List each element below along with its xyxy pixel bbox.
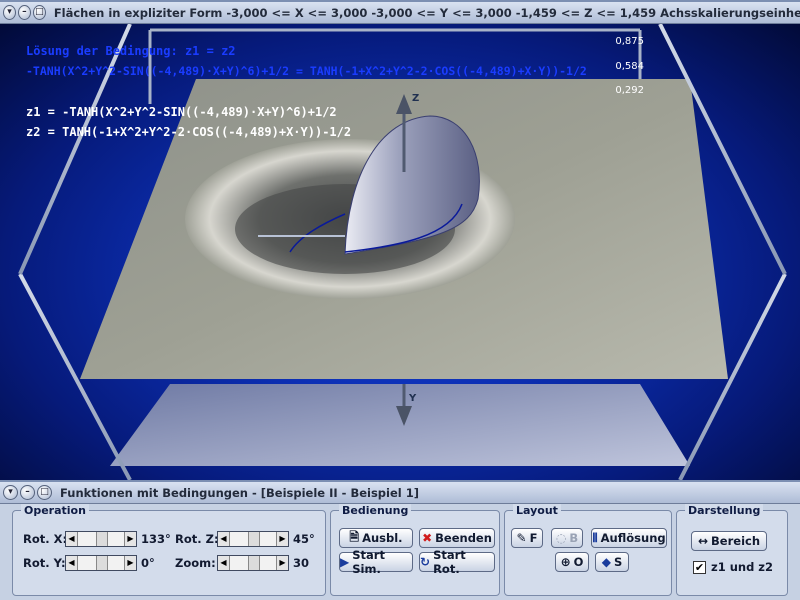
operation-group: Operation Rot. X: ◀ ▶ 133° Rot. Y: ◀ ▶ 0… [12, 504, 326, 596]
ausbl-label: Ausbl. [362, 531, 403, 545]
z1z2-checkbox[interactable]: ✔ [693, 561, 706, 574]
condition-heading: Lösung der Bedingung: z1 = z2 [26, 44, 236, 58]
scroll-thumb[interactable] [248, 532, 260, 546]
3d-viewport[interactable]: Lösung der Bedingung: z1 = z2 -TANH(X^2+… [0, 24, 800, 480]
rot-x-label: Rot. X: [23, 532, 68, 546]
zoom-label: Zoom: [175, 556, 216, 570]
z1z2-label: z1 und z2 [711, 560, 774, 574]
window-menu-icon[interactable]: ▾ [3, 5, 16, 20]
scroll-thumb[interactable] [248, 556, 260, 570]
minimize-icon[interactable]: – [17, 5, 31, 20]
control-panel: Operation Rot. X: ◀ ▶ 133° Rot. Y: ◀ ▶ 0… [0, 504, 800, 600]
bedienung-group-title: Bedienung [339, 504, 412, 517]
zoom-scrollbar[interactable]: ◀ ▶ [217, 555, 289, 571]
rot-y-scrollbar[interactable]: ◀ ▶ [65, 555, 137, 571]
o-label: O [573, 555, 584, 569]
f-label: F [529, 531, 538, 545]
aufloesung-button[interactable]: ⦀ Auflösung [591, 528, 667, 548]
control-window-title: Funktionen mit Bedingungen - [Beispiele … [60, 485, 419, 500]
scroll-left-icon[interactable]: ◀ [218, 532, 230, 546]
z-axis-label: Z [412, 93, 420, 104]
surface-z2-plane [110, 384, 690, 466]
zoom-value: 30 [293, 556, 310, 570]
condition-equation: -TANH(X^2+Y^2-SIN((-4,489)·X+Y)^6)+1/2 =… [26, 64, 587, 78]
beenden-button[interactable]: ✖ Beenden [419, 528, 495, 548]
document-icon: 🗎 [349, 529, 360, 544]
scroll-right-icon[interactable]: ▶ [276, 556, 288, 570]
rot-y-value: 0° [141, 556, 155, 570]
b-button[interactable]: ◌ B [551, 528, 583, 548]
f-button[interactable]: ✎ F [511, 528, 543, 548]
darstellung-group: Darstellung ↔ Bereich ✔ z1 und z2 [676, 504, 788, 596]
darstellung-group-title: Darstellung [685, 504, 764, 517]
scroll-left-icon[interactable]: ◀ [66, 556, 78, 570]
scroll-thumb[interactable] [96, 556, 108, 570]
range-icon: ↔ [697, 534, 709, 548]
minimize-icon[interactable]: – [20, 485, 35, 500]
z1-formula: z1 = -TANH(X^2+Y^2-SIN((-4,489)·X+Y)^6)+… [26, 105, 337, 119]
play-icon: ▶ [340, 555, 350, 569]
grid-lines-icon: ⦀ [592, 530, 598, 545]
bulb-icon: ◌ [555, 531, 567, 545]
aufloesung-label: Auflösung [600, 531, 666, 545]
main-window-title: Flächen in expliziter Form -3,000 <= X <… [53, 5, 800, 20]
layout-group: Layout ✎ F ◌ B ⦀ Auflösung ⊕ O ◆ S [504, 504, 672, 596]
main-window-titlebar[interactable]: ▾ – □ Flächen in expliziter Form -3,000 … [0, 2, 800, 24]
scroll-right-icon[interactable]: ▶ [276, 532, 288, 546]
rot-z-label: Rot. Z: [175, 532, 219, 546]
s-button[interactable]: ◆ S [595, 552, 629, 572]
b-label: B [569, 531, 579, 545]
scroll-right-icon[interactable]: ▶ [124, 532, 136, 546]
maximize-icon[interactable]: □ [37, 485, 52, 500]
operation-group-title: Operation [21, 504, 89, 517]
beenden-label: Beenden [435, 531, 492, 545]
scroll-left-icon[interactable]: ◀ [218, 556, 230, 570]
control-window-titlebar[interactable]: ▾ – □ Funktionen mit Bedingungen - [Beis… [0, 482, 800, 504]
window-menu-icon[interactable]: ▾ [3, 485, 18, 500]
start-rot-label: Start Rot. [433, 548, 466, 576]
scroll-left-icon[interactable]: ◀ [66, 532, 78, 546]
brush-icon: ✎ [516, 531, 527, 545]
scroll-thumb[interactable] [96, 532, 108, 546]
bedienung-group: Bedienung 🗎 Ausbl. ✖ Beenden ▶ Start Sim… [330, 504, 500, 596]
o-button[interactable]: ⊕ O [555, 552, 589, 572]
s-label: S [613, 555, 623, 569]
3d-scene [0, 24, 800, 480]
start-rot-button[interactable]: ↻ Start Rot. [419, 548, 495, 576]
z-tick-label: 0,875 [615, 36, 644, 47]
fill-icon: ◆ [601, 555, 611, 569]
y-axis-label: Y [409, 393, 417, 404]
start-sim-label: Start Sim. [352, 548, 385, 576]
rotate-icon: ↻ [420, 555, 431, 569]
maximize-icon[interactable]: □ [32, 5, 46, 20]
ausbl-button[interactable]: 🗎 Ausbl. [339, 528, 413, 548]
layout-group-title: Layout [513, 504, 561, 517]
rot-y-label: Rot. Y: [23, 556, 66, 570]
rot-x-value: 133° [141, 532, 171, 546]
start-sim-button[interactable]: ▶ Start Sim. [339, 548, 413, 576]
z2-formula: z2 = TANH(-1+X^2+Y^2-2·COS((-4,489)+X·Y)… [26, 125, 352, 139]
close-icon: ✖ [422, 531, 433, 545]
rot-z-scrollbar[interactable]: ◀ ▶ [217, 531, 289, 547]
bereich-button[interactable]: ↔ Bereich [691, 531, 767, 551]
z-tick-label: 0,584 [615, 61, 644, 72]
bereich-label: Bereich [711, 534, 761, 548]
crosshair-icon: ⊕ [560, 555, 571, 569]
rot-z-value: 45° [293, 532, 315, 546]
scroll-right-icon[interactable]: ▶ [124, 556, 136, 570]
rot-x-scrollbar[interactable]: ◀ ▶ [65, 531, 137, 547]
z-tick-label: 0,292 [615, 85, 644, 96]
